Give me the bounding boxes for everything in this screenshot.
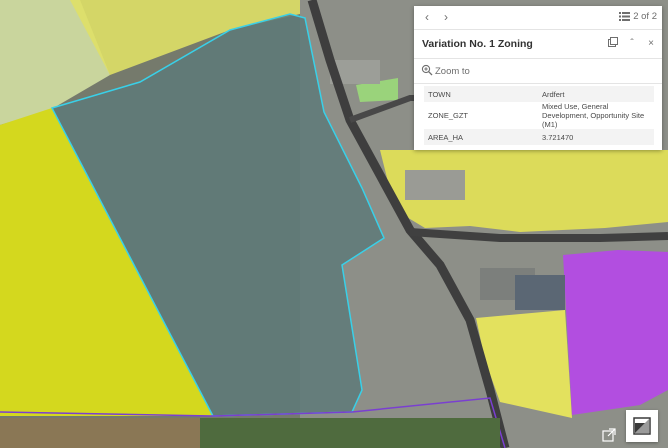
- zoom-to-label: Zoom to: [435, 66, 470, 77]
- popup-header: Variation No. 1 Zoning ˆ ×: [414, 30, 662, 59]
- chevron-left-icon[interactable]: ‹: [419, 9, 435, 25]
- building-block: [515, 275, 565, 310]
- table-row: AREA_HA 3.721470: [424, 129, 654, 145]
- expand-icon: [633, 417, 651, 435]
- attribute-key: TOWN: [428, 89, 451, 99]
- close-icon[interactable]: ×: [644, 37, 658, 51]
- attribute-key: AREA_HA: [428, 132, 464, 142]
- table-row: ZONE_GZT Mixed Use, General Development,…: [424, 102, 654, 129]
- dock-icon[interactable]: [606, 37, 620, 51]
- popup-title: Variation No. 1 Zoning: [422, 38, 533, 50]
- chevron-up-icon[interactable]: ˆ: [625, 37, 639, 51]
- attribute-value: Ardfert: [542, 89, 565, 99]
- field-strip: [0, 418, 200, 448]
- building-block: [405, 170, 465, 200]
- zoom-in-icon: [421, 64, 433, 76]
- zoom-to-button[interactable]: Zoom to: [414, 59, 662, 84]
- table-row: TOWN Ardfert: [424, 86, 654, 102]
- hedge-strip: [200, 418, 500, 448]
- chevron-right-icon[interactable]: ›: [438, 9, 454, 25]
- purple-zone: [563, 250, 668, 415]
- feature-pager[interactable]: 2 of 2: [619, 11, 657, 22]
- attribute-value: 3.721470: [542, 132, 574, 142]
- feature-list-icon: [619, 12, 631, 21]
- attribute-table: TOWN Ardfert ZONE_GZT Mixed Use, General…: [424, 86, 654, 145]
- open-external-icon[interactable]: [601, 427, 617, 443]
- feature-popup[interactable]: ‹ › 2 of 2 Variation No. 1 Zoning ˆ × Zo…: [414, 6, 662, 150]
- popup-navigation: ‹ › 2 of 2: [414, 6, 662, 30]
- attribute-key: ZONE_GZT: [428, 111, 469, 120]
- expand-button[interactable]: [626, 410, 658, 442]
- pager-text: 2 of 2: [633, 11, 657, 22]
- attribute-value: Mixed Use, General Development, Opportun…: [542, 102, 645, 129]
